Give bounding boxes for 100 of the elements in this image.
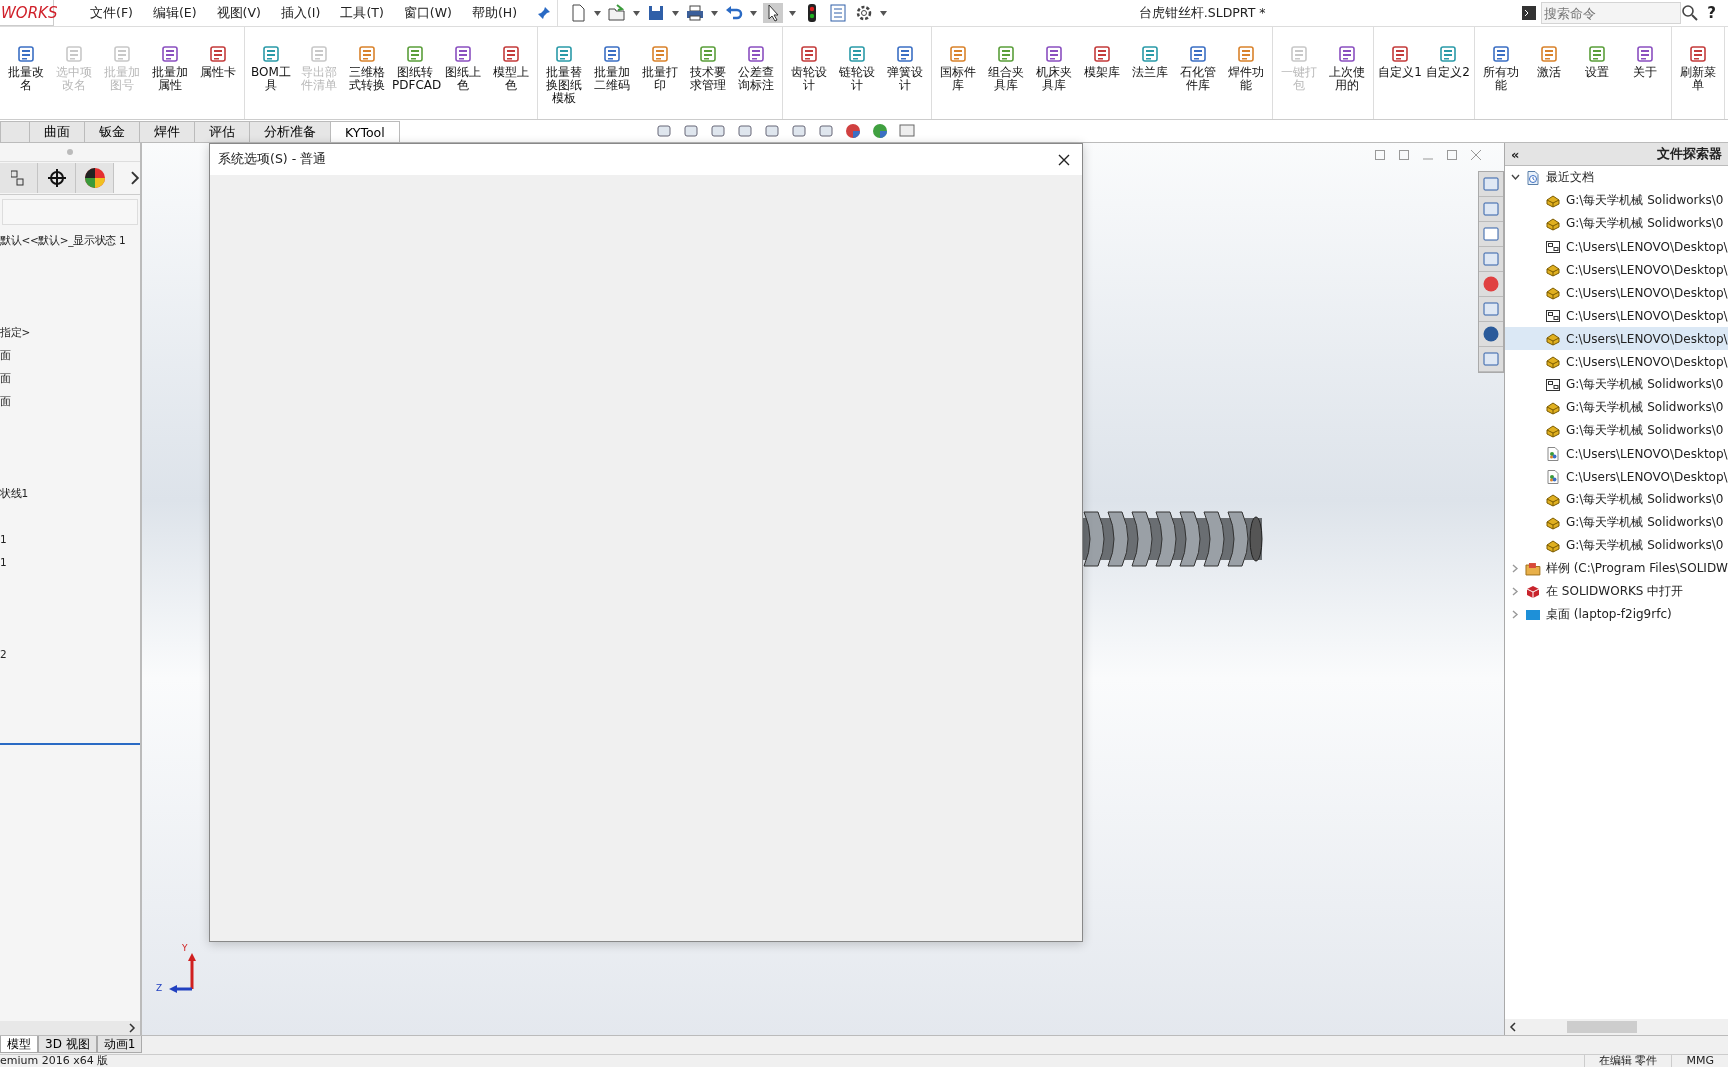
pointer-icon[interactable] bbox=[763, 3, 784, 23]
ribbon-button[interactable]: 批量打印 bbox=[636, 27, 684, 119]
appearance-tab[interactable] bbox=[76, 163, 115, 193]
menu-item[interactable]: 编辑(E) bbox=[142, 4, 207, 22]
ribbon-button[interactable]: 技术要求管理 bbox=[684, 27, 732, 119]
ribbon-button[interactable]: 批量加二维码 bbox=[588, 27, 636, 119]
tree-node[interactable]: 在 SOLIDWORKS 中打开 bbox=[1546, 583, 1684, 600]
view-tab[interactable]: 模型 bbox=[0, 1036, 38, 1053]
recent-file-row[interactable]: G:\每天学机械 Solidworks\0 bbox=[1505, 511, 1728, 534]
ribbon-tab[interactable]: 钣金 bbox=[85, 121, 140, 142]
menu-item[interactable]: 视图(V) bbox=[206, 4, 271, 22]
recent-file-row[interactable]: C:\Users\LENOVO\Desktop\ bbox=[1505, 465, 1728, 488]
ribbon-button[interactable]: 刷新菜单 bbox=[1674, 27, 1722, 119]
ribbon-tab[interactable]: 评估 bbox=[195, 121, 250, 142]
menu-item[interactable]: 帮助(H) bbox=[461, 4, 528, 22]
filter-field[interactable] bbox=[2, 199, 138, 225]
ribbon-button[interactable]: 批量改名 bbox=[2, 27, 50, 119]
recent-file-row[interactable]: C:\Users\LENOVO\Desktop\ bbox=[1505, 258, 1728, 281]
tree-node[interactable]: 样例 (C:\Program Files\SOLIDW bbox=[1545, 560, 1728, 577]
ribbon-button[interactable]: 设置 bbox=[1573, 27, 1621, 119]
print-icon[interactable] bbox=[685, 3, 706, 23]
color-ball-icon[interactable] bbox=[1482, 275, 1500, 293]
ribbon-tab[interactable]: 焊件 bbox=[140, 121, 195, 142]
collapse-button[interactable]: « bbox=[1511, 146, 1527, 162]
search-icon[interactable] bbox=[1681, 4, 1700, 22]
ribbon-tab[interactable]: 曲面 bbox=[30, 121, 85, 142]
recent-file-row[interactable]: G:\每天学机械 Solidworks\0 bbox=[1505, 419, 1728, 442]
ribbon-button[interactable]: 激活 bbox=[1525, 27, 1573, 119]
ribbon-button[interactable]: 模型上色 bbox=[487, 27, 535, 119]
ribbon-button[interactable]: 模架库 bbox=[1078, 27, 1126, 119]
caret-icon[interactable] bbox=[789, 10, 797, 16]
menu-item[interactable]: 工具(T) bbox=[330, 4, 394, 22]
ribbon-button[interactable]: 焊件功能 bbox=[1222, 27, 1270, 119]
scroll-thumb[interactable] bbox=[1567, 1021, 1637, 1033]
search-field[interactable]: 搜索命令 bbox=[1541, 2, 1682, 24]
ribbon-tab[interactable]: 分析准备 bbox=[250, 121, 331, 142]
caret-icon[interactable] bbox=[633, 10, 641, 16]
tree-node[interactable]: 桌面 (laptop-f2ig9rfc) bbox=[1546, 606, 1672, 623]
ribbon-button[interactable]: BOM工具 bbox=[247, 27, 295, 119]
recent-file-row[interactable]: G:\每天学机械 Solidworks\0 bbox=[1505, 189, 1728, 212]
status-units[interactable]: MMG bbox=[1671, 1055, 1728, 1067]
menu-item[interactable]: 插入(I) bbox=[270, 4, 331, 22]
open-folder-icon[interactable] bbox=[607, 3, 628, 23]
appearance-sphere-icon[interactable] bbox=[844, 123, 862, 139]
graphics-area[interactable]: Y Z 系统选项(S) - 普通 bbox=[142, 143, 1504, 1035]
ribbon-button[interactable]: 弹簧设计 bbox=[881, 27, 929, 119]
origin-tab[interactable] bbox=[38, 163, 77, 193]
monitor-icon[interactable] bbox=[898, 123, 916, 139]
list-icon[interactable] bbox=[828, 3, 849, 23]
ribbon-button[interactable]: 自定义2 bbox=[1424, 27, 1472, 119]
recent-file-row[interactable]: C:\Users\LENOVO\Desktop\ bbox=[1505, 350, 1728, 373]
ribbon-button[interactable]: 链轮设计 bbox=[833, 27, 881, 119]
help-button[interactable]: ? bbox=[1707, 4, 1716, 22]
recent-file-row[interactable]: C:\Users\LENOVO\Desktop\ bbox=[1505, 442, 1728, 465]
tree-item[interactable]: 状线1 bbox=[0, 487, 28, 499]
view-tab[interactable]: 动画1 bbox=[96, 1036, 143, 1053]
recent-file-row[interactable]: G:\每天学机械 Solidworks\0 bbox=[1505, 488, 1728, 511]
caret-icon[interactable] bbox=[711, 10, 719, 16]
ribbon-button[interactable]: 组合夹具库 bbox=[982, 27, 1030, 119]
scroll-left-icon[interactable] bbox=[1509, 1022, 1517, 1032]
view-tab[interactable]: 3D 视图 bbox=[38, 1036, 97, 1053]
caret-icon[interactable] bbox=[880, 10, 888, 16]
ribbon-button[interactable]: 自定义1 bbox=[1376, 27, 1424, 119]
ribbon-button[interactable]: 三维格式转换 bbox=[343, 27, 391, 119]
caret-icon[interactable] bbox=[594, 10, 602, 16]
menu-item[interactable]: 窗口(W) bbox=[393, 4, 462, 22]
caret-icon[interactable] bbox=[672, 10, 680, 16]
ribbon-button[interactable]: 机床夹具库 bbox=[1030, 27, 1078, 119]
tree-node[interactable]: 最近文档 bbox=[1546, 169, 1594, 186]
caret-icon[interactable] bbox=[750, 10, 758, 16]
close-icon[interactable] bbox=[1470, 149, 1482, 161]
tree-item[interactable]: 默认<<默认>_显示状态 1 bbox=[0, 234, 126, 246]
tree-item[interactable]: 面 bbox=[0, 395, 11, 407]
ribbon-button[interactable]: 批量替换图纸模板 bbox=[540, 27, 588, 119]
scroll-right-icon[interactable] bbox=[128, 1023, 136, 1033]
pin-icon[interactable] bbox=[537, 6, 552, 20]
tree-item[interactable]: 面 bbox=[0, 349, 11, 361]
ribbon-tab[interactable]: KYTool bbox=[331, 121, 400, 142]
ribbon-button[interactable]: 上次使用的 bbox=[1323, 27, 1371, 119]
ribbon-button[interactable]: 属性卡 bbox=[194, 27, 242, 119]
tree-item[interactable]: 指定> bbox=[0, 326, 30, 338]
tree-item[interactable]: 面 bbox=[0, 372, 11, 384]
scene-sphere-icon[interactable] bbox=[871, 123, 889, 139]
ribbon-button[interactable]: 批量加属性 bbox=[146, 27, 194, 119]
tree-item[interactable]: 1 bbox=[0, 533, 7, 545]
chevron-down-icon[interactable] bbox=[1511, 173, 1520, 182]
ribbon-button[interactable]: 关于 bbox=[1621, 27, 1669, 119]
recent-file-row[interactable]: C:\Users\LENOVO\Desktop\ bbox=[1505, 304, 1728, 327]
menu-item[interactable]: 文件(F) bbox=[80, 4, 143, 22]
recent-file-row[interactable]: G:\每天学机械 Solidworks\0 bbox=[1505, 212, 1728, 235]
chevron-right-icon[interactable] bbox=[130, 171, 140, 185]
recent-file-row[interactable]: G:\每天学机械 Solidworks\0 bbox=[1505, 396, 1728, 419]
ribbon-button[interactable]: 公差查询标注 bbox=[732, 27, 780, 119]
recent-file-row[interactable]: G:\每天学机械 Solidworks\0 bbox=[1505, 373, 1728, 396]
ribbon-button[interactable]: 图纸转PDFCAD bbox=[391, 27, 439, 119]
ribbon-button[interactable]: 国标件库 bbox=[934, 27, 982, 119]
recent-file-row[interactable]: C:\Users\LENOVO\Desktop\ bbox=[1505, 281, 1728, 304]
ribbon-button[interactable]: 齿轮设计 bbox=[785, 27, 833, 119]
recent-file-row[interactable]: C:\Users\LENOVO\Desktop\ bbox=[1505, 235, 1728, 258]
tree-item[interactable]: 2 bbox=[0, 648, 7, 660]
